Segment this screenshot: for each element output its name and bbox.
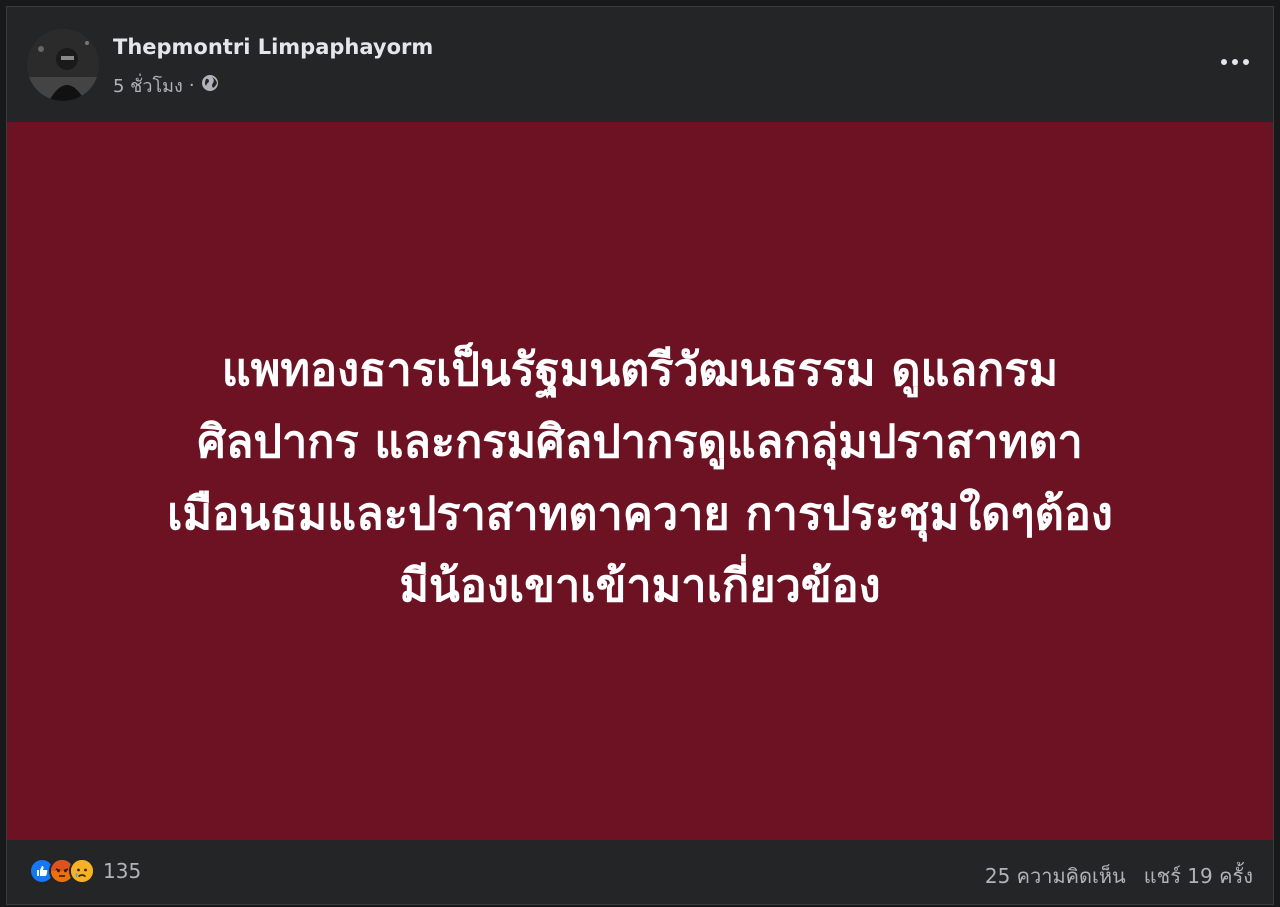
avatar-photo: [27, 29, 99, 101]
post-text-line: ศิลปากร และกรมศิลปากรดูแลกลุ่มปราสาทตา: [197, 415, 1083, 468]
comments-count[interactable]: 25 ความคิดเห็น: [985, 860, 1126, 892]
post-time[interactable]: 5 ชั่วโมง: [113, 71, 183, 100]
meta-separator: ·: [188, 75, 195, 96]
globe-icon[interactable]: [201, 74, 219, 97]
post-footer: 135 25 ความคิดเห็น แชร์ 19 ครั้ง: [7, 840, 1273, 904]
author-avatar[interactable]: [27, 29, 99, 101]
post-text-line: มีน้องเขาเข้ามาเกี่ยวข้อง: [399, 559, 881, 612]
more-options-icon: [1221, 59, 1249, 65]
post-frame: Thepmontri Limpaphayorm 5 ชั่วโมง · แพทอ…: [6, 6, 1274, 905]
reactions-summary[interactable]: 135: [29, 858, 141, 884]
post-text-line: เมือนธมและปราสาทตาควาย การประชุมใดๆต้อง: [167, 487, 1113, 540]
reaction-count: 135: [103, 859, 142, 883]
post-meta: 5 ชั่วโมง ·: [113, 71, 219, 100]
shares-count[interactable]: แชร์ 19 ครั้ง: [1144, 860, 1253, 892]
more-options-button[interactable]: [1215, 47, 1255, 77]
sad-icon: [69, 858, 95, 884]
post-stats: 25 ความคิดเห็น แชร์ 19 ครั้ง: [985, 860, 1253, 892]
post-header: Thepmontri Limpaphayorm 5 ชั่วโมง ·: [7, 7, 1273, 122]
post-text-line: แพทองธารเป็นรัฐมนตรีวัฒนธรรม ดูแลกรม: [221, 343, 1059, 396]
post-text-card: แพทองธารเป็นรัฐมนตรีวัฒนธรรม ดูแลกรม ศิล…: [7, 122, 1273, 840]
post-text: แพทองธารเป็นรัฐมนตรีวัฒนธรรม ดูแลกรม ศิล…: [75, 334, 1205, 622]
author-name[interactable]: Thepmontri Limpaphayorm: [113, 35, 433, 59]
